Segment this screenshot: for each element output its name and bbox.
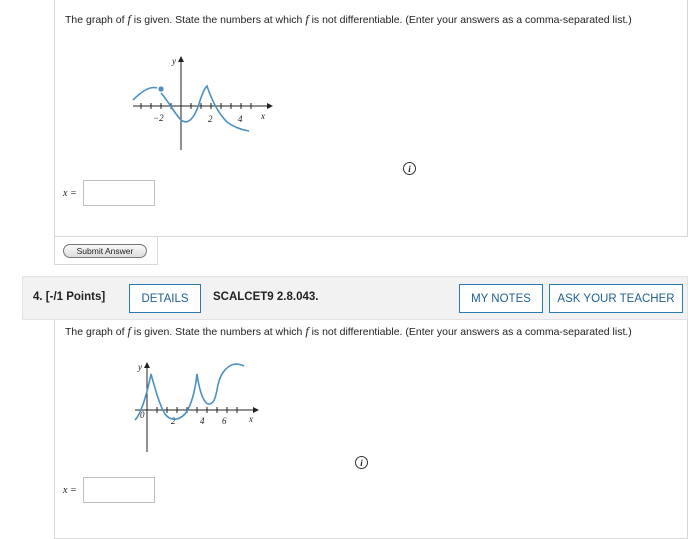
function-curve xyxy=(134,363,245,421)
prompt-text: is given. State the numbers at which xyxy=(130,14,306,26)
course-code: SCALCET9 2.8.043. xyxy=(213,291,319,303)
info-icon[interactable]: i xyxy=(403,162,416,175)
x-axis-label: x xyxy=(260,111,265,121)
my-notes-button[interactable]: MY NOTES xyxy=(459,284,543,313)
ask-your-teacher-button[interactable]: ASK YOUR TEACHER xyxy=(549,284,683,313)
question-4-header: 4. [-/1 Points] DETAILS SCALCET9 2.8.043… xyxy=(22,276,688,320)
answer-input[interactable] xyxy=(82,477,155,503)
y-axis-label: y xyxy=(171,56,176,66)
question-4-graph: y x 0 2 4 6 xyxy=(134,362,259,452)
y-axis-arrow xyxy=(178,56,184,62)
prompt-text: is not differentiable. (Enter your answe… xyxy=(308,326,632,338)
y-axis-arrow xyxy=(144,362,150,368)
tick-label-4: 4 xyxy=(200,416,205,426)
function-curve-left xyxy=(132,86,158,101)
prompt-text: is given. State the numbers at which xyxy=(130,326,306,338)
question-3-answer-row: x = xyxy=(63,180,155,206)
answer-label: x = xyxy=(63,187,77,199)
points-label: [-/1 Points] xyxy=(45,291,106,303)
question-4-prompt: The graph of f is given. State the numbe… xyxy=(65,324,632,339)
submit-area: Submit Answer xyxy=(54,237,158,265)
prompt-text: The graph of xyxy=(65,326,128,338)
filled-point xyxy=(158,86,164,92)
x-axis-arrow xyxy=(267,103,273,109)
tick-label-2: 2 xyxy=(171,416,176,426)
tick-label-2: 2 xyxy=(208,114,213,124)
answer-label: x = xyxy=(63,484,77,496)
details-button[interactable]: DETAILS xyxy=(129,284,201,313)
submit-answer-button[interactable]: Submit Answer xyxy=(63,244,147,258)
function-curve-right xyxy=(160,84,250,132)
answer-input[interactable] xyxy=(82,180,155,206)
tick-label-neg2: −2 xyxy=(153,113,164,123)
y-axis-label: y xyxy=(137,362,142,372)
question-number: 4. [-/1 Points] xyxy=(33,291,105,303)
question-4-panel: The graph of f is given. State the numbe… xyxy=(54,320,688,539)
question-4-answer-row: x = xyxy=(63,477,155,503)
tick-label-6: 6 xyxy=(222,416,227,426)
prompt-text: The graph of xyxy=(65,14,128,26)
question-3-prompt: The graph of f is given. State the numbe… xyxy=(65,12,632,27)
tick-label-4: 4 xyxy=(238,114,243,124)
question-3-graph: y x −2 2 4 xyxy=(132,56,273,150)
question-number-value: 4. xyxy=(33,291,43,303)
x-axis-label: x xyxy=(248,414,253,424)
prompt-text: is not differentiable. (Enter your answe… xyxy=(308,14,632,26)
info-icon[interactable]: i xyxy=(355,456,368,469)
x-axis-arrow xyxy=(253,407,259,413)
question-3-panel: The graph of f is given. State the numbe… xyxy=(54,0,688,237)
